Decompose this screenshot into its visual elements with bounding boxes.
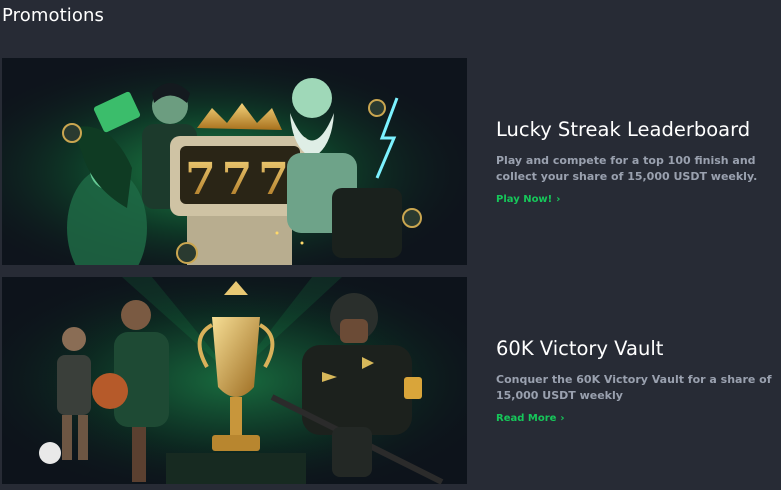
promo-description: Conquer the 60K Victory Vault for a shar… [496, 373, 772, 402]
promo-title: Lucky Streak Leaderboard [496, 118, 751, 141]
promo-info-victory-vault: 60K Victory Vault Conquer the 60K Victor… [496, 337, 776, 425]
promo-banner-lucky-streak[interactable]: 777 [2, 58, 467, 265]
page-title: Promotions [2, 5, 104, 26]
play-now-link[interactable]: Play Now! › [496, 194, 560, 205]
promo-title: 60K Victory Vault [496, 337, 664, 360]
slot-reels-text: 777 [185, 154, 295, 205]
promo-description: Play and compete for a top 100 finish an… [496, 154, 758, 183]
promo-info-lucky-streak: Lucky Streak Leaderboard Play and compet… [496, 118, 776, 206]
read-more-label: Read More [496, 413, 557, 424]
chevron-right-icon: › [556, 194, 561, 205]
promo-banner-image-slots: 777 [2, 58, 467, 265]
read-more-link[interactable]: Read More › [496, 413, 565, 424]
chevron-right-icon: › [560, 413, 565, 424]
promo-banner-victory-vault[interactable] [2, 277, 467, 484]
promo-banner-image-sports [2, 277, 467, 484]
play-now-label: Play Now! [496, 194, 553, 205]
